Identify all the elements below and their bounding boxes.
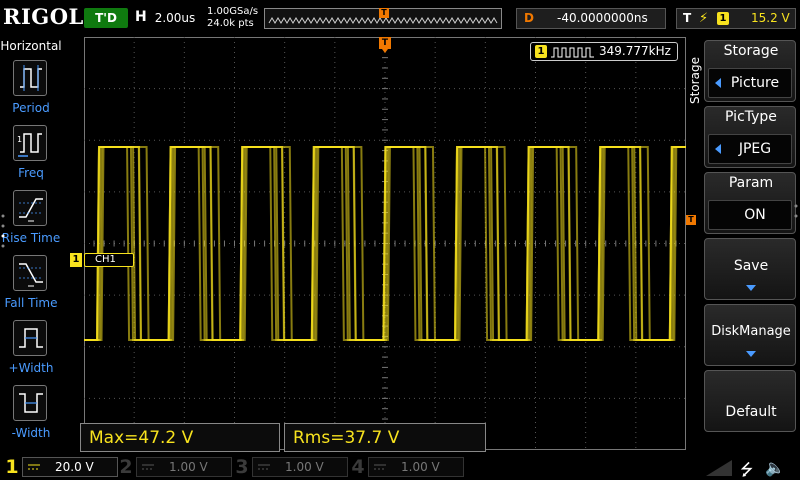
measure-negative-width-label: -Width: [11, 426, 51, 440]
run-state-badge[interactable]: T'D: [84, 8, 128, 28]
channel-4-scale: 1.00 V: [401, 460, 440, 474]
channel-3-scale: 1.00 V: [285, 460, 324, 474]
timebase-value[interactable]: 2.00us: [148, 8, 202, 28]
menu-toggle-arrow[interactable]: [706, 460, 732, 476]
channel-4-settings: 1.00 V: [368, 457, 464, 477]
measurement-max-value: Max=47.2 V: [89, 428, 194, 448]
pic-type-title: PicType: [725, 109, 777, 125]
trigger-label: T: [683, 11, 692, 25]
measure-fall-time-label: Fall Time: [4, 296, 58, 310]
storage-type-button[interactable]: Storage Picture: [704, 40, 796, 102]
disk-manage-title: DiskManage: [711, 324, 791, 339]
frequency-value: 349.777kHz: [599, 44, 671, 58]
frequency-icon: 1: [13, 125, 47, 161]
ch1-offset-marker[interactable]: 1 CH1: [70, 253, 134, 267]
dc-coupling-icon: [28, 464, 40, 470]
trigger-level-value: 15.2 V: [751, 11, 790, 25]
waveform-display[interactable]: [84, 37, 686, 450]
chevron-down-icon: [746, 351, 756, 357]
channel-1-settings: 20.0 V: [22, 457, 118, 477]
frequency-channel-badge: 1: [535, 45, 547, 58]
storage-menu-vertical-title: Storage: [686, 57, 702, 108]
ch1-marker-label: CH1: [84, 253, 134, 267]
trigger-position-marker-tip: [382, 49, 388, 53]
menu-page-indicator: [1, 214, 5, 248]
measure-rise-time-button[interactable]: Rise Time: [0, 190, 62, 254]
storage-type-value-box: Picture: [708, 68, 792, 98]
channel-status-bar: 1 20.0 V 2 1.00 V 3 1.00 V 4 1.00 V: [0, 454, 800, 480]
channel-4-number: 4: [351, 456, 365, 478]
ch1-marker-number: 1: [70, 253, 82, 267]
param-button[interactable]: Param ON: [704, 172, 796, 234]
dc-coupling-icon: [258, 464, 270, 470]
horizontal-label: H: [135, 9, 147, 25]
square-wave-icon: [551, 47, 594, 58]
pic-type-value: JPEG: [738, 141, 772, 157]
measure-negative-width-button[interactable]: -Width: [0, 385, 62, 449]
period-icon: [13, 60, 47, 96]
pic-type-button[interactable]: PicType JPEG: [704, 106, 796, 168]
frequency-counter[interactable]: 1 349.777kHz: [530, 42, 678, 61]
channel-3-settings: 1.00 V: [252, 457, 348, 477]
default-button[interactable]: Default: [704, 370, 796, 432]
trigger-position-marker[interactable]: T: [379, 37, 391, 49]
save-button[interactable]: Save: [704, 238, 796, 300]
usb-icon: ⭍: [740, 460, 754, 479]
right-menu-page-indicator: [794, 204, 798, 218]
delay-label: D: [524, 11, 534, 25]
sample-rate: 1.00GSa/s: [207, 6, 259, 17]
storage-type-value: Picture: [730, 75, 780, 91]
channel-1-number: 1: [5, 456, 19, 478]
channel-1-scale: 20.0 V: [55, 460, 94, 474]
measure-frequency-label: Freq: [18, 166, 44, 180]
save-title: Save: [733, 258, 769, 274]
top-status-bar: RIGOL T'D H 2.00us 1.00GSa/s 24.0k pts T…: [0, 0, 800, 37]
measure-period-button[interactable]: Period: [0, 60, 62, 124]
disk-manage-button[interactable]: DiskManage: [704, 304, 796, 366]
measurement-menu-title: Horizontal: [0, 39, 62, 53]
memory-trigger-position-marker: T: [379, 8, 389, 18]
pic-type-value-box: JPEG: [708, 134, 792, 164]
channel-2-settings: 1.00 V: [136, 457, 232, 477]
trigger-source-badge: 1: [717, 12, 729, 25]
measurement-rms[interactable]: Rms=37.7 V: [284, 423, 486, 452]
svg-text:1: 1: [17, 135, 22, 144]
delay-value: -40.0000000ns: [557, 11, 648, 25]
waveform-grid: [84, 37, 686, 450]
measure-positive-width-button[interactable]: +Width: [0, 320, 62, 384]
measurement-menu: Horizontal Period 1 Freq Rise Time Fall …: [0, 37, 62, 450]
speaker-icon[interactable]: 🔈: [765, 458, 785, 477]
measure-period-label: Period: [12, 101, 50, 115]
channel-2-number: 2: [119, 456, 133, 478]
negative-width-icon: [13, 385, 47, 421]
storage-menu-vertical-label: Storage: [688, 57, 702, 104]
storage-type-title: Storage: [723, 43, 779, 59]
horizontal-delay-box[interactable]: D -40.0000000ns: [516, 8, 666, 29]
trigger-level-marker[interactable]: T: [686, 215, 696, 225]
measure-frequency-button[interactable]: 1 Freq: [0, 125, 62, 189]
channel-3-number: 3: [235, 456, 249, 478]
default-title: Default: [725, 404, 777, 420]
measurement-max[interactable]: Max=47.2 V: [80, 423, 280, 452]
channel-2-scale: 1.00 V: [169, 460, 208, 474]
rising-edge-icon: ⚡: [699, 11, 709, 26]
dc-coupling-icon: [374, 464, 386, 470]
param-value-box: ON: [708, 200, 792, 230]
measure-positive-width-label: +Width: [8, 361, 54, 375]
memory-overview-bar[interactable]: T: [264, 8, 502, 29]
measurement-rms-value: Rms=37.7 V: [293, 428, 400, 448]
rise-time-icon: [13, 190, 47, 226]
brand-logo: RIGOL: [3, 4, 84, 29]
measure-fall-time-button[interactable]: Fall Time: [0, 255, 62, 319]
positive-width-icon: [13, 320, 47, 356]
trigger-info-box[interactable]: T ⚡ 1 15.2 V: [676, 8, 796, 29]
measure-rise-time-label: Rise Time: [1, 231, 61, 245]
chevron-down-icon: [746, 285, 756, 291]
dc-coupling-icon: [142, 464, 154, 470]
fall-time-icon: [13, 255, 47, 291]
param-title: Param: [728, 175, 774, 191]
memory-depth: 24.0k pts: [207, 18, 254, 29]
param-value: ON: [744, 207, 766, 223]
acquisition-info: 1.00GSa/s 24.0k pts: [207, 6, 258, 30]
